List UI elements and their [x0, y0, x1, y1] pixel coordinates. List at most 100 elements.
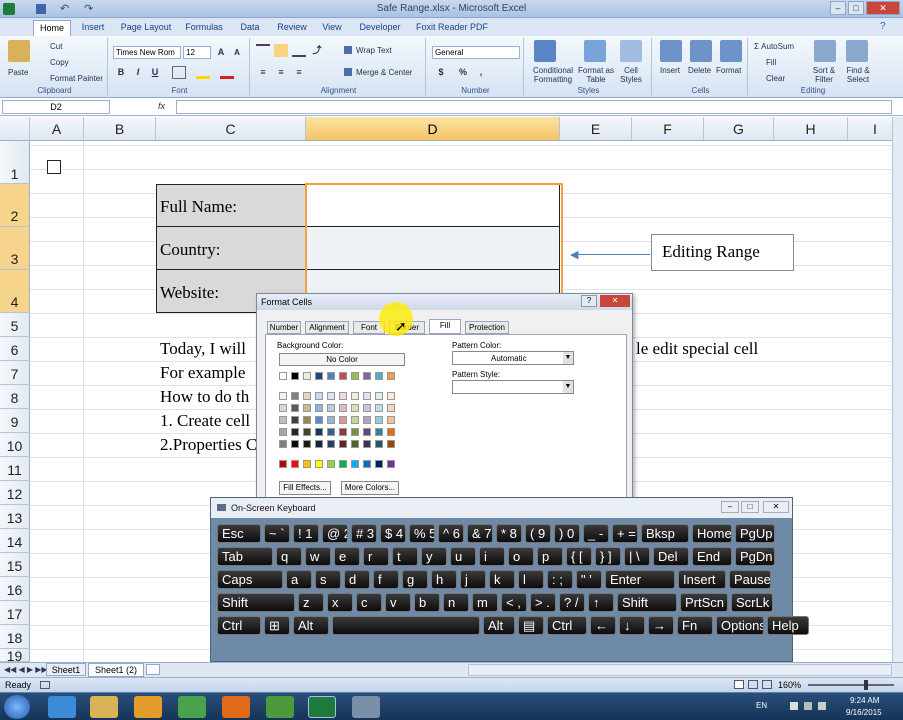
- key-caps[interactable]: Caps: [217, 570, 283, 589]
- key--[interactable]: > .: [530, 593, 556, 612]
- insert-sheet-button[interactable]: [146, 664, 160, 675]
- first-sheet-arrow[interactable]: ◀◀ ◀ ▶ ▶▶: [4, 665, 48, 674]
- column-header-h[interactable]: H: [774, 117, 848, 141]
- key-pgdn[interactable]: PgDn: [735, 547, 775, 566]
- tab-fill[interactable]: Fill: [429, 319, 461, 334]
- color-swatch[interactable]: [279, 392, 287, 400]
- key-i[interactable]: i: [479, 547, 505, 566]
- help-icon[interactable]: ?: [880, 21, 886, 32]
- tab-page-layout[interactable]: Page Layout: [118, 20, 174, 36]
- key-help[interactable]: Help: [767, 616, 809, 635]
- key--[interactable]: →: [648, 616, 674, 635]
- color-swatch[interactable]: [291, 428, 299, 436]
- color-swatch[interactable]: [387, 416, 395, 424]
- color-swatch[interactable]: [363, 428, 371, 436]
- align-bottom-button[interactable]: [292, 44, 306, 57]
- minimize-button[interactable]: –: [830, 1, 846, 15]
- color-swatch[interactable]: [363, 392, 371, 400]
- row-header-8[interactable]: 8: [0, 385, 30, 409]
- key--[interactable]: + =: [612, 524, 638, 543]
- key-w[interactable]: w: [305, 547, 331, 566]
- key--[interactable]: ? /: [559, 593, 585, 612]
- tray-volume-icon[interactable]: [818, 702, 826, 710]
- row-header-4[interactable]: 4: [0, 270, 30, 313]
- pattern-color-select[interactable]: Automatic ▼: [452, 351, 574, 365]
- key--[interactable]: ←: [590, 616, 616, 635]
- column-header-d[interactable]: D: [306, 117, 560, 141]
- color-swatch[interactable]: [315, 460, 323, 468]
- color-swatch[interactable]: [303, 416, 311, 424]
- key--[interactable]: ▤: [518, 616, 544, 635]
- view-normal-button[interactable]: [734, 680, 744, 689]
- tab-developer[interactable]: Developer: [356, 20, 404, 36]
- camtasia-icon[interactable]: [266, 696, 294, 718]
- row-header-15[interactable]: 15: [0, 553, 30, 577]
- media-player-icon[interactable]: [134, 696, 162, 718]
- select-all-corner[interactable]: [0, 117, 30, 141]
- formula-input[interactable]: [176, 100, 892, 114]
- conditional-formatting-button[interactable]: Conditional Formatting: [528, 66, 578, 84]
- color-swatch[interactable]: [339, 392, 347, 400]
- color-swatch[interactable]: [327, 392, 335, 400]
- row-header-14[interactable]: 14: [0, 529, 30, 553]
- key-r[interactable]: r: [363, 547, 389, 566]
- key--1[interactable]: ! 1: [293, 524, 319, 543]
- key-q[interactable]: q: [276, 547, 302, 566]
- font-name-select[interactable]: Times New Rom: [113, 46, 181, 59]
- name-box[interactable]: D2: [2, 100, 110, 114]
- color-swatch[interactable]: [303, 372, 311, 380]
- key--[interactable]: ↓: [619, 616, 645, 635]
- row-header-10[interactable]: 10: [0, 433, 30, 457]
- sheet-tab-sheet1-2[interactable]: Sheet1 (2): [88, 663, 144, 677]
- align-top-button[interactable]: [256, 44, 270, 57]
- key-n[interactable]: n: [443, 593, 469, 612]
- merge-center-button[interactable]: Merge & Center: [356, 68, 412, 77]
- key--[interactable]: _ -: [583, 524, 609, 543]
- color-swatch[interactable]: [351, 440, 359, 448]
- color-swatch[interactable]: [375, 440, 383, 448]
- key-end[interactable]: End: [692, 547, 732, 566]
- align-middle-button[interactable]: [274, 44, 288, 57]
- key-s[interactable]: s: [315, 570, 341, 589]
- color-swatch[interactable]: [303, 404, 311, 412]
- color-swatch[interactable]: [363, 404, 371, 412]
- clock-date[interactable]: 9/16/2015: [846, 708, 882, 717]
- clear-button[interactable]: Clear: [766, 74, 785, 83]
- key-k[interactable]: k: [489, 570, 515, 589]
- view-pagebreak-button[interactable]: [762, 680, 772, 689]
- color-swatch[interactable]: [327, 428, 335, 436]
- key--3[interactable]: # 3: [351, 524, 377, 543]
- key--9[interactable]: ( 9: [525, 524, 551, 543]
- row-header-13[interactable]: 13: [0, 505, 30, 529]
- key-alt[interactable]: Alt: [293, 616, 329, 635]
- copy-button[interactable]: Copy: [50, 58, 69, 67]
- color-swatch[interactable]: [327, 372, 335, 380]
- key-bksp[interactable]: Bksp: [641, 524, 689, 543]
- tray-network-icon[interactable]: [804, 702, 812, 710]
- key-j[interactable]: j: [460, 570, 486, 589]
- color-swatch[interactable]: [303, 440, 311, 448]
- color-swatch[interactable]: [315, 440, 323, 448]
- insert-cells-button[interactable]: Insert: [660, 66, 680, 75]
- color-swatch[interactable]: [387, 440, 395, 448]
- tab-foxit[interactable]: Foxit Reader PDF: [414, 20, 490, 36]
- color-swatch[interactable]: [375, 428, 383, 436]
- sort-filter-button[interactable]: Sort & Filter: [810, 66, 838, 84]
- font-color-button[interactable]: [220, 66, 234, 79]
- key-b[interactable]: b: [414, 593, 440, 612]
- macro-record-icon[interactable]: [40, 681, 50, 689]
- tab-alignment[interactable]: Alignment: [305, 321, 349, 334]
- column-header-g[interactable]: G: [704, 117, 774, 141]
- color-swatch[interactable]: [291, 372, 299, 380]
- color-swatch[interactable]: [351, 460, 359, 468]
- zoom-slider-thumb[interactable]: [864, 680, 868, 690]
- color-swatch[interactable]: [291, 460, 299, 468]
- key-g[interactable]: g: [402, 570, 428, 589]
- key-o[interactable]: o: [508, 547, 534, 566]
- color-swatch[interactable]: [375, 404, 383, 412]
- key-prtscn[interactable]: PrtScn: [680, 593, 728, 612]
- align-left-button[interactable]: ≡: [256, 66, 270, 79]
- key-esc[interactable]: Esc: [217, 524, 261, 543]
- key--[interactable]: < ,: [501, 593, 527, 612]
- key-m[interactable]: m: [472, 593, 498, 612]
